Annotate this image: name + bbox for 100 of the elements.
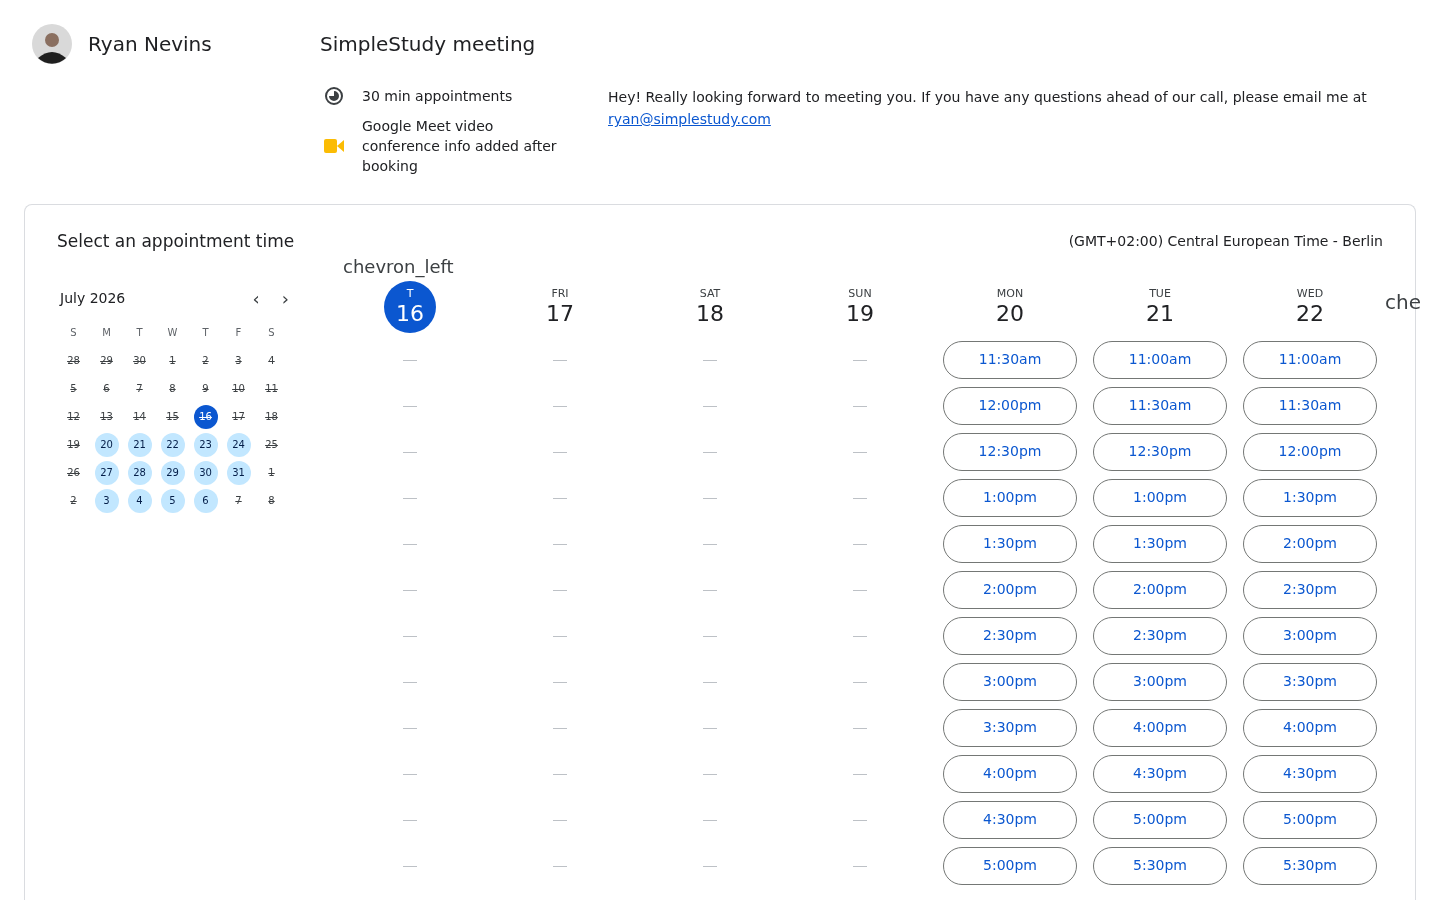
unavailable-dash (553, 773, 567, 775)
calendar-day: 4 (259, 348, 284, 373)
calendar-day: 7 (127, 376, 152, 401)
unavailable-dash (853, 727, 867, 729)
weekday-label: T (202, 326, 209, 340)
calendar-day[interactable]: 29 (160, 460, 185, 485)
weekday-label: T (406, 286, 414, 301)
calendar-day: 29 (94, 348, 119, 373)
weekday-label: SUN (848, 286, 872, 301)
date-number: 17 (546, 300, 574, 327)
calendar-day: 30 (127, 348, 152, 373)
unavailable-dash (703, 773, 717, 775)
clock-icon (324, 86, 344, 106)
unavailable-dash (553, 451, 567, 453)
calendar-day[interactable]: 24 (226, 432, 251, 457)
unavailable-dash (703, 589, 717, 591)
calendar-day: 1 (160, 348, 185, 373)
unavailable-dash (703, 635, 717, 637)
day-header[interactable]: SAT 18 (696, 286, 724, 327)
day-header[interactable]: T 16 (384, 280, 436, 333)
unavailable-dash (703, 359, 717, 361)
duration-text: 30 min appointments (362, 87, 513, 106)
unavailable-dash (703, 819, 717, 821)
calendar-day: 2 (193, 348, 218, 373)
unavailable-dash (403, 819, 417, 821)
weekday-label: FRI (551, 286, 569, 301)
calendar-day: 3 (226, 348, 251, 373)
calendar-day: 13 (94, 404, 119, 429)
unavailable-dash (403, 635, 417, 637)
conference-text: Google Meet video conference info added after booking (362, 117, 558, 176)
calendar-day: 17 (226, 404, 251, 429)
unavailable-dash (553, 635, 567, 637)
unavailable-dash (853, 543, 867, 545)
date-number: 16 (396, 300, 424, 327)
event-title: SimpleStudy meeting (320, 31, 536, 58)
weekday-label: F (235, 326, 242, 340)
day-header[interactable]: MON 20 (996, 286, 1024, 327)
unavailable-dash (853, 497, 867, 499)
calendar-day: 18 (259, 404, 284, 429)
calendar-day[interactable]: 3 (94, 488, 119, 513)
unavailable-dash (853, 865, 867, 867)
unavailable-dash (703, 681, 717, 683)
calendar-day: 2 (61, 488, 86, 513)
calendar-day[interactable]: 22 (160, 432, 185, 457)
calendar-day[interactable]: 20 (94, 432, 119, 457)
calendar-day: 14 (127, 404, 152, 429)
unavailable-dash (853, 819, 867, 821)
unavailable-dash (553, 727, 567, 729)
calendar-day: 12 (61, 404, 86, 429)
calendar-day: 19 (61, 432, 86, 457)
date-number: 21 (1146, 300, 1174, 327)
calendar-day: 11 (259, 376, 284, 401)
weekday-label: W (167, 326, 178, 340)
day-header[interactable]: FRI 17 (546, 286, 574, 327)
calendar-day[interactable]: 28 (127, 460, 152, 485)
event-description: Hey! Really looking forward to meeting you. If you have any questions ahead of our call, please email me at ryan@simplestudy.com (608, 88, 1368, 129)
unavailable-dash (703, 727, 717, 729)
unavailable-dash (853, 635, 867, 637)
weekday-label: M (102, 326, 111, 340)
email-link[interactable]: ryan@simplestudy.com (608, 111, 771, 127)
calendar-day[interactable]: 6 (193, 488, 218, 513)
unavailable-dash (403, 727, 417, 729)
unavailable-dash (403, 359, 417, 361)
unavailable-dash (403, 865, 417, 867)
previous-week-button[interactable]: chevron_left (343, 256, 454, 277)
calendar-day[interactable]: 5 (160, 488, 185, 513)
unavailable-dash (553, 405, 567, 407)
day-header[interactable]: WED 22 (1296, 286, 1324, 327)
host-name: Ryan Nevins (88, 31, 212, 58)
calendar-day[interactable]: 21 (127, 432, 152, 457)
unavailable-dash (553, 497, 567, 499)
day-header[interactable]: SUN 19 (846, 286, 874, 327)
unavailable-dash (403, 773, 417, 775)
calendar-day: 8 (259, 488, 284, 513)
calendar-day[interactable]: 23 (193, 432, 218, 457)
unavailable-dash (553, 589, 567, 591)
next-week-button[interactable]: che (1385, 289, 1421, 314)
date-number: 20 (996, 300, 1024, 327)
unavailable-dash (403, 589, 417, 591)
calendar-day[interactable]: 31 (226, 460, 251, 485)
timezone-label: (GMT+02:00) Central European Time - Berlin (1068, 232, 1383, 252)
previous-month-button[interactable]: ‹ (252, 285, 260, 312)
calendar-day[interactable]: 4 (127, 488, 152, 513)
unavailable-dash (403, 543, 417, 545)
unavailable-dash (553, 865, 567, 867)
unavailable-dash (853, 451, 867, 453)
day-header[interactable]: TUE 21 (1146, 286, 1174, 327)
calendar-day: 10 (226, 376, 251, 401)
unavailable-dash (853, 681, 867, 683)
weekday-label: TUE (1149, 286, 1171, 301)
calendar-day[interactable]: 30 (193, 460, 218, 485)
calendar-day: 15 (160, 404, 185, 429)
unavailable-dash (553, 543, 567, 545)
unavailable-dash (853, 773, 867, 775)
next-month-button[interactable]: › (281, 285, 289, 312)
date-number: 19 (846, 300, 874, 327)
date-number: 22 (1296, 300, 1324, 327)
calendar-day: 6 (94, 376, 119, 401)
calendar-day[interactable]: 27 (94, 460, 119, 485)
calendar-day[interactable]: 16 (193, 404, 218, 429)
